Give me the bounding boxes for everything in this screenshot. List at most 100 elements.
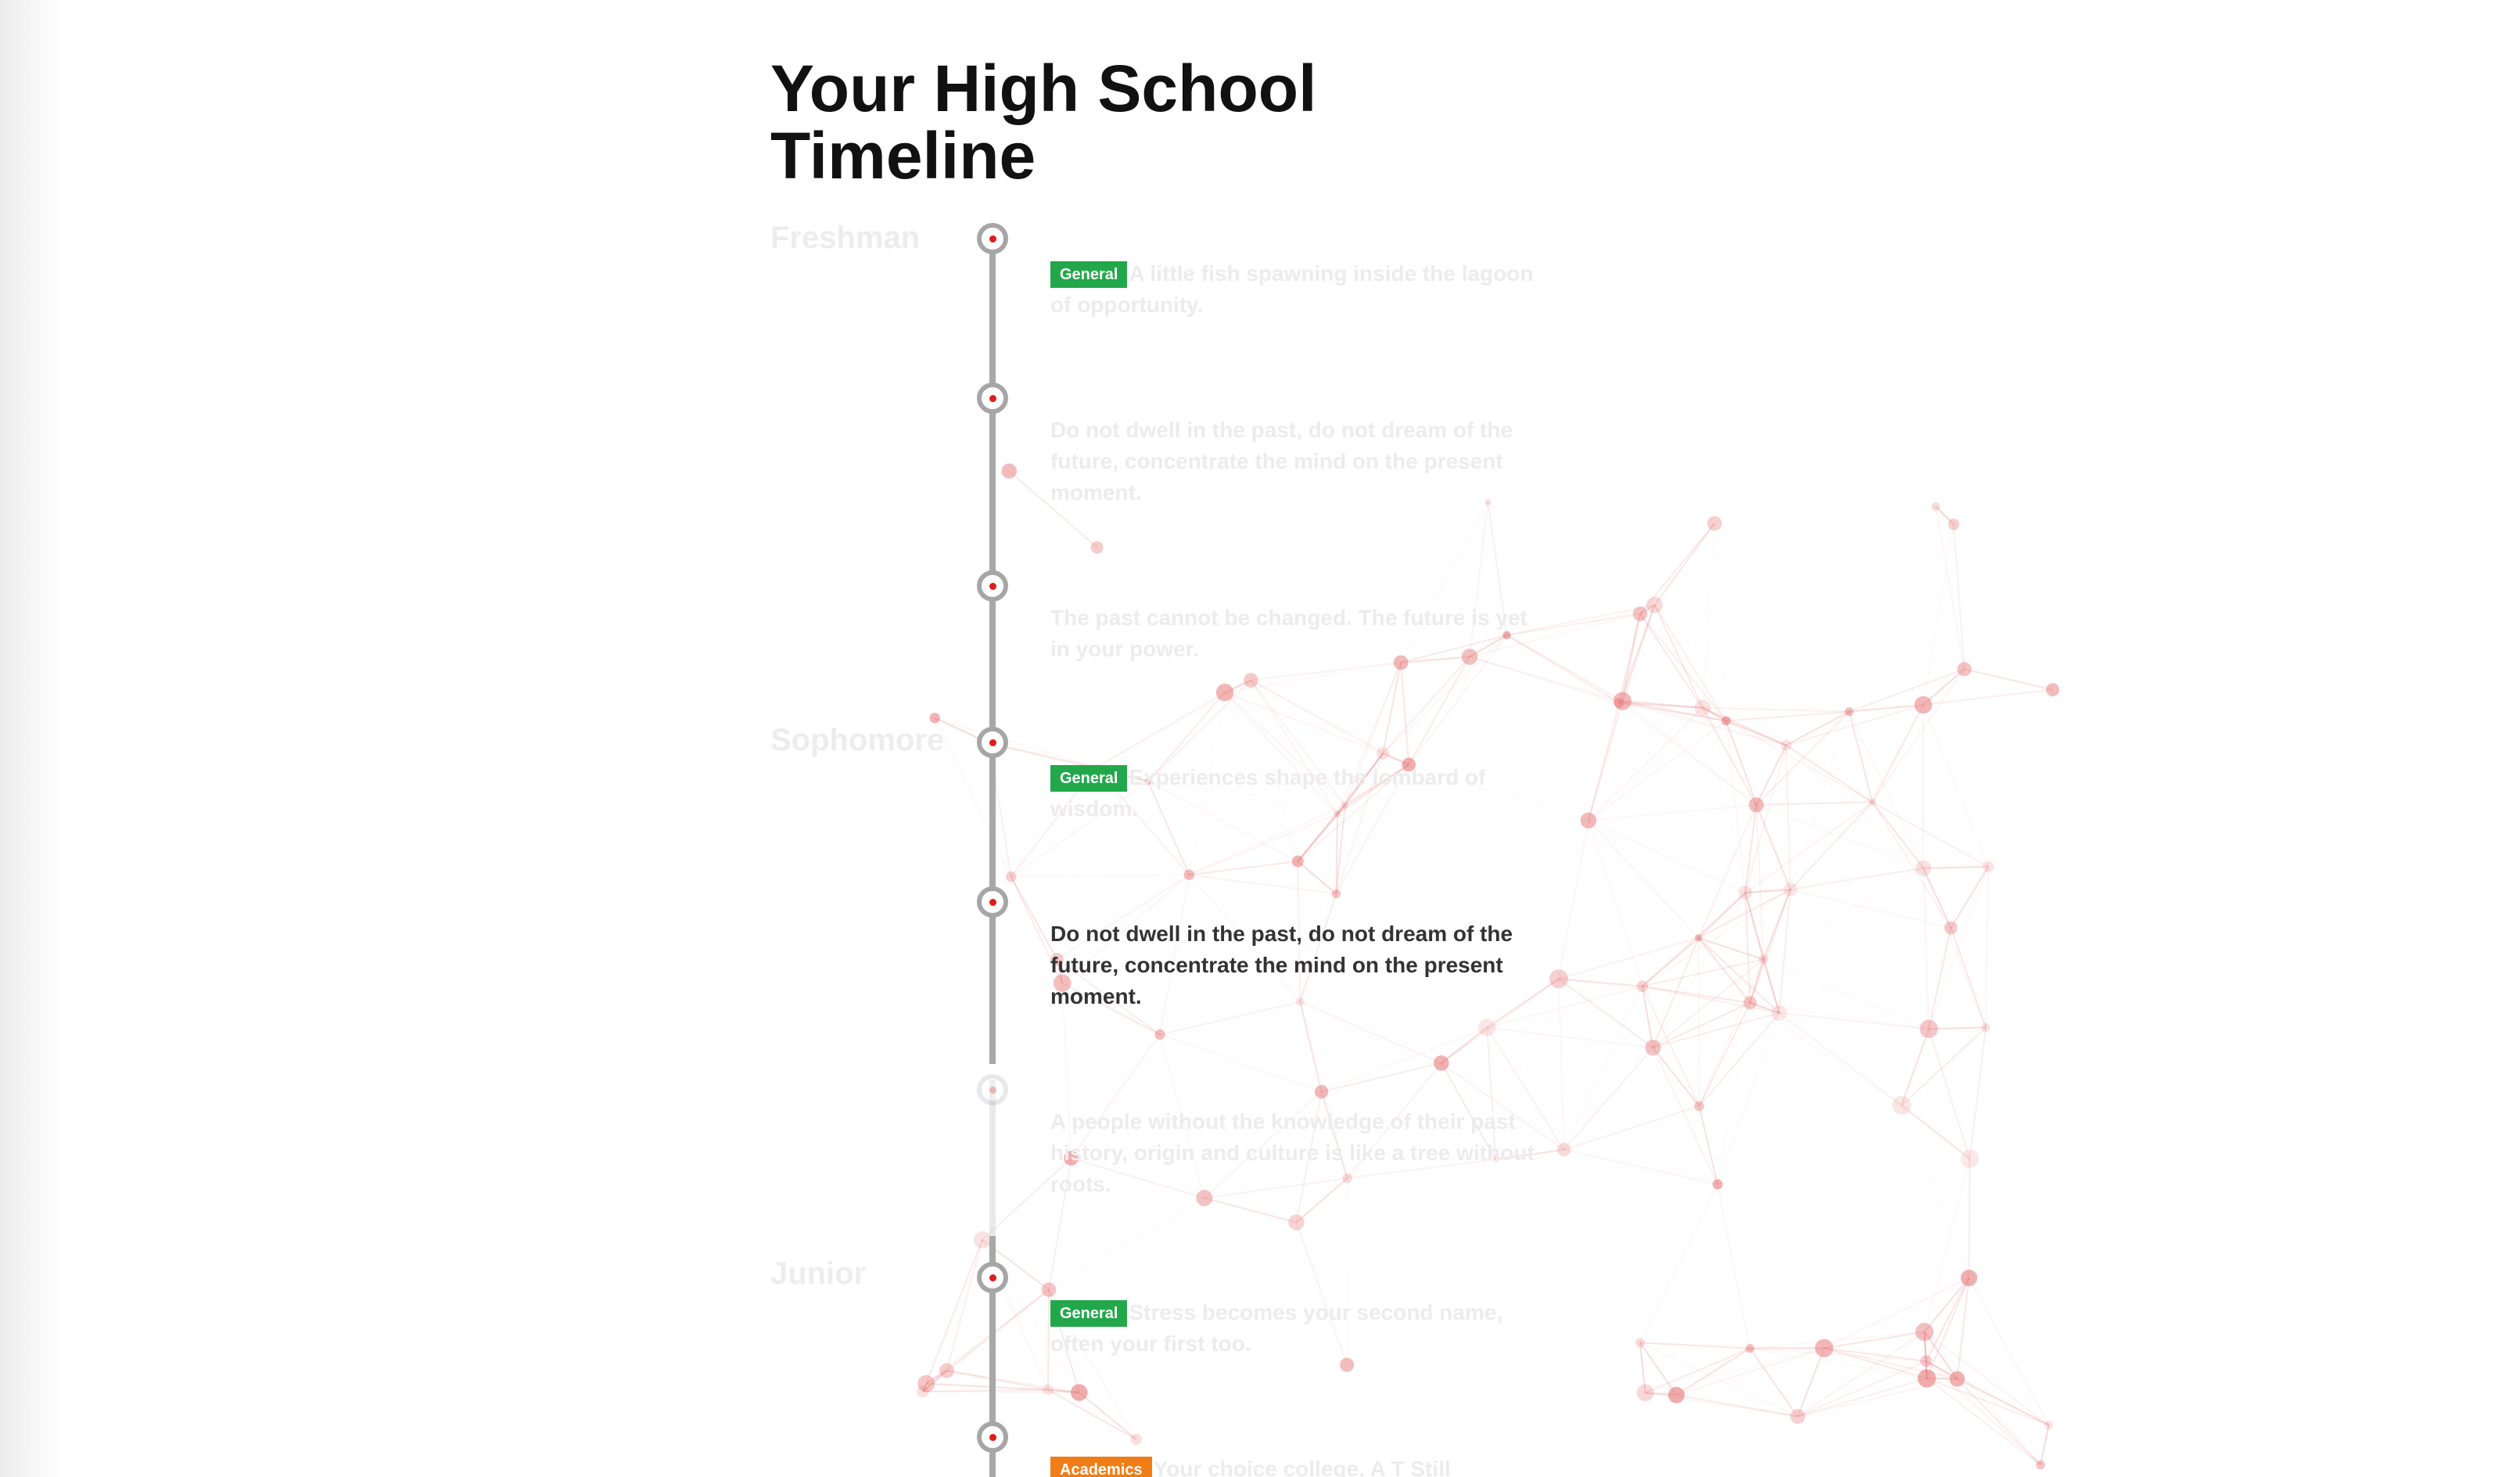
network-link [1778,889,1792,1013]
network-link [1901,1028,1930,1106]
network-link [1587,820,1643,987]
network-link [934,717,1097,768]
network-link [1079,1392,1137,1440]
network-node [1892,1095,1912,1115]
network-link [1698,1105,1718,1185]
node-dot-icon [989,898,996,906]
page-title: Your High School Timeline [770,52,1317,192]
timeline-node[interactable] [977,1074,1008,1105]
network-link [1923,1331,2041,1466]
event-text: Do not dwell in the past, do not dream o… [1050,418,1513,505]
network-link [1797,1360,1927,1418]
network-node [1377,746,1390,760]
timeline-node[interactable] [977,727,1008,758]
network-node [1920,1355,1933,1367]
network-link [1779,1012,1929,1030]
network-node [929,713,940,724]
network-node [1071,1384,1088,1401]
timeline-event[interactable]: Do not dwell in the past, do not dream o… [1050,415,1543,509]
timeline-node[interactable] [977,886,1008,918]
network-link [1558,978,1642,987]
network-link [1676,1347,1825,1396]
year-label-junior: Junior [770,1256,867,1291]
node-dot-icon [989,1433,996,1441]
network-node [1981,1022,1991,1032]
network-node [1844,707,1854,717]
event-text: The past cannot be changed. The future i… [1050,606,1527,661]
network-link [946,1371,1136,1439]
network-link [1969,1027,1987,1159]
network-link [1046,1289,1050,1390]
network-link [1698,1012,1780,1107]
network-node [1748,797,1764,813]
node-dot-icon [989,582,996,590]
network-node [1738,886,1753,900]
network-link [1321,1062,1442,1093]
network-link [1588,706,1703,821]
network-node [1130,1433,1142,1446]
event-text: Do not dwell in the past, do not dream o… [1050,922,1513,1008]
network-link [1744,745,1787,893]
network-node [1042,1384,1054,1396]
network-link [1587,700,1624,821]
timeline-event[interactable]: The past cannot be changed. The future i… [1050,602,1543,665]
network-link [1703,708,1746,893]
timeline-event-active[interactable]: Do not dwell in the past, do not dream o… [1050,918,1543,1012]
network-link [1204,1197,1297,1224]
network-node [1721,716,1731,726]
network-link [1988,690,2052,867]
network-link [1956,1378,2041,1466]
network-link [1675,1347,1750,1396]
network-link [1299,1001,1323,1092]
network-node [1815,1339,1834,1357]
network-link [1321,1026,1488,1093]
network-link [1159,1033,1322,1093]
network-link [1047,1389,1137,1440]
network-link [1700,1105,1902,1106]
network-link [1557,820,1589,979]
network-node [1288,1214,1305,1231]
network-link [1488,502,1640,614]
category-badge-academics: Academics [1050,1457,1152,1477]
network-link [1487,1026,1653,1049]
network-node [1636,980,1649,993]
network-node [1580,812,1597,828]
network-node [1949,1371,1965,1387]
timeline-event[interactable]: General Experiences shape the lombard of … [1050,762,1543,825]
network-node [1868,798,1876,806]
network-link [1563,1105,1700,1151]
timeline-node[interactable] [977,1421,1008,1453]
network-node [1915,1322,1934,1342]
network-link [1901,1026,1987,1106]
network-link [1764,802,1872,959]
network-node [1556,1142,1571,1157]
network-node [1947,519,1960,530]
network-node [1314,1084,1329,1099]
event-text: A people without the knowledge of their … [1050,1109,1535,1196]
network-link [1789,889,1951,929]
timeline-event[interactable]: A people without the knowledge of their … [1050,1106,1543,1200]
timeline-event[interactable]: General Stress becomes your second name, … [1050,1297,1543,1360]
network-node [2045,683,2059,697]
timeline-node[interactable] [977,1262,1008,1293]
network-node [1090,541,1104,554]
timeline-node[interactable] [977,570,1008,602]
network-link [1645,1392,1798,1418]
network-node [973,1231,991,1249]
timeline-event[interactable]: General A little fish spawning inside the… [1050,258,1543,321]
category-badge-general: General [1050,261,1128,288]
timeline-node[interactable] [977,383,1008,414]
network-link [1923,1159,1971,1332]
network-node [1613,692,1632,710]
network-link [1653,523,1715,606]
timeline-event[interactable]: Academics Your choice college, A T Still [1050,1454,1543,1477]
network-node [1244,673,1258,688]
network-node [1478,1019,1496,1037]
timeline-node[interactable] [977,223,1008,254]
node-dot-icon [989,394,996,402]
network-node [1712,1179,1723,1190]
network-link [1588,819,1746,894]
network-link [1755,804,1792,890]
network-node [1340,1357,1355,1372]
network-link [1953,524,1965,670]
